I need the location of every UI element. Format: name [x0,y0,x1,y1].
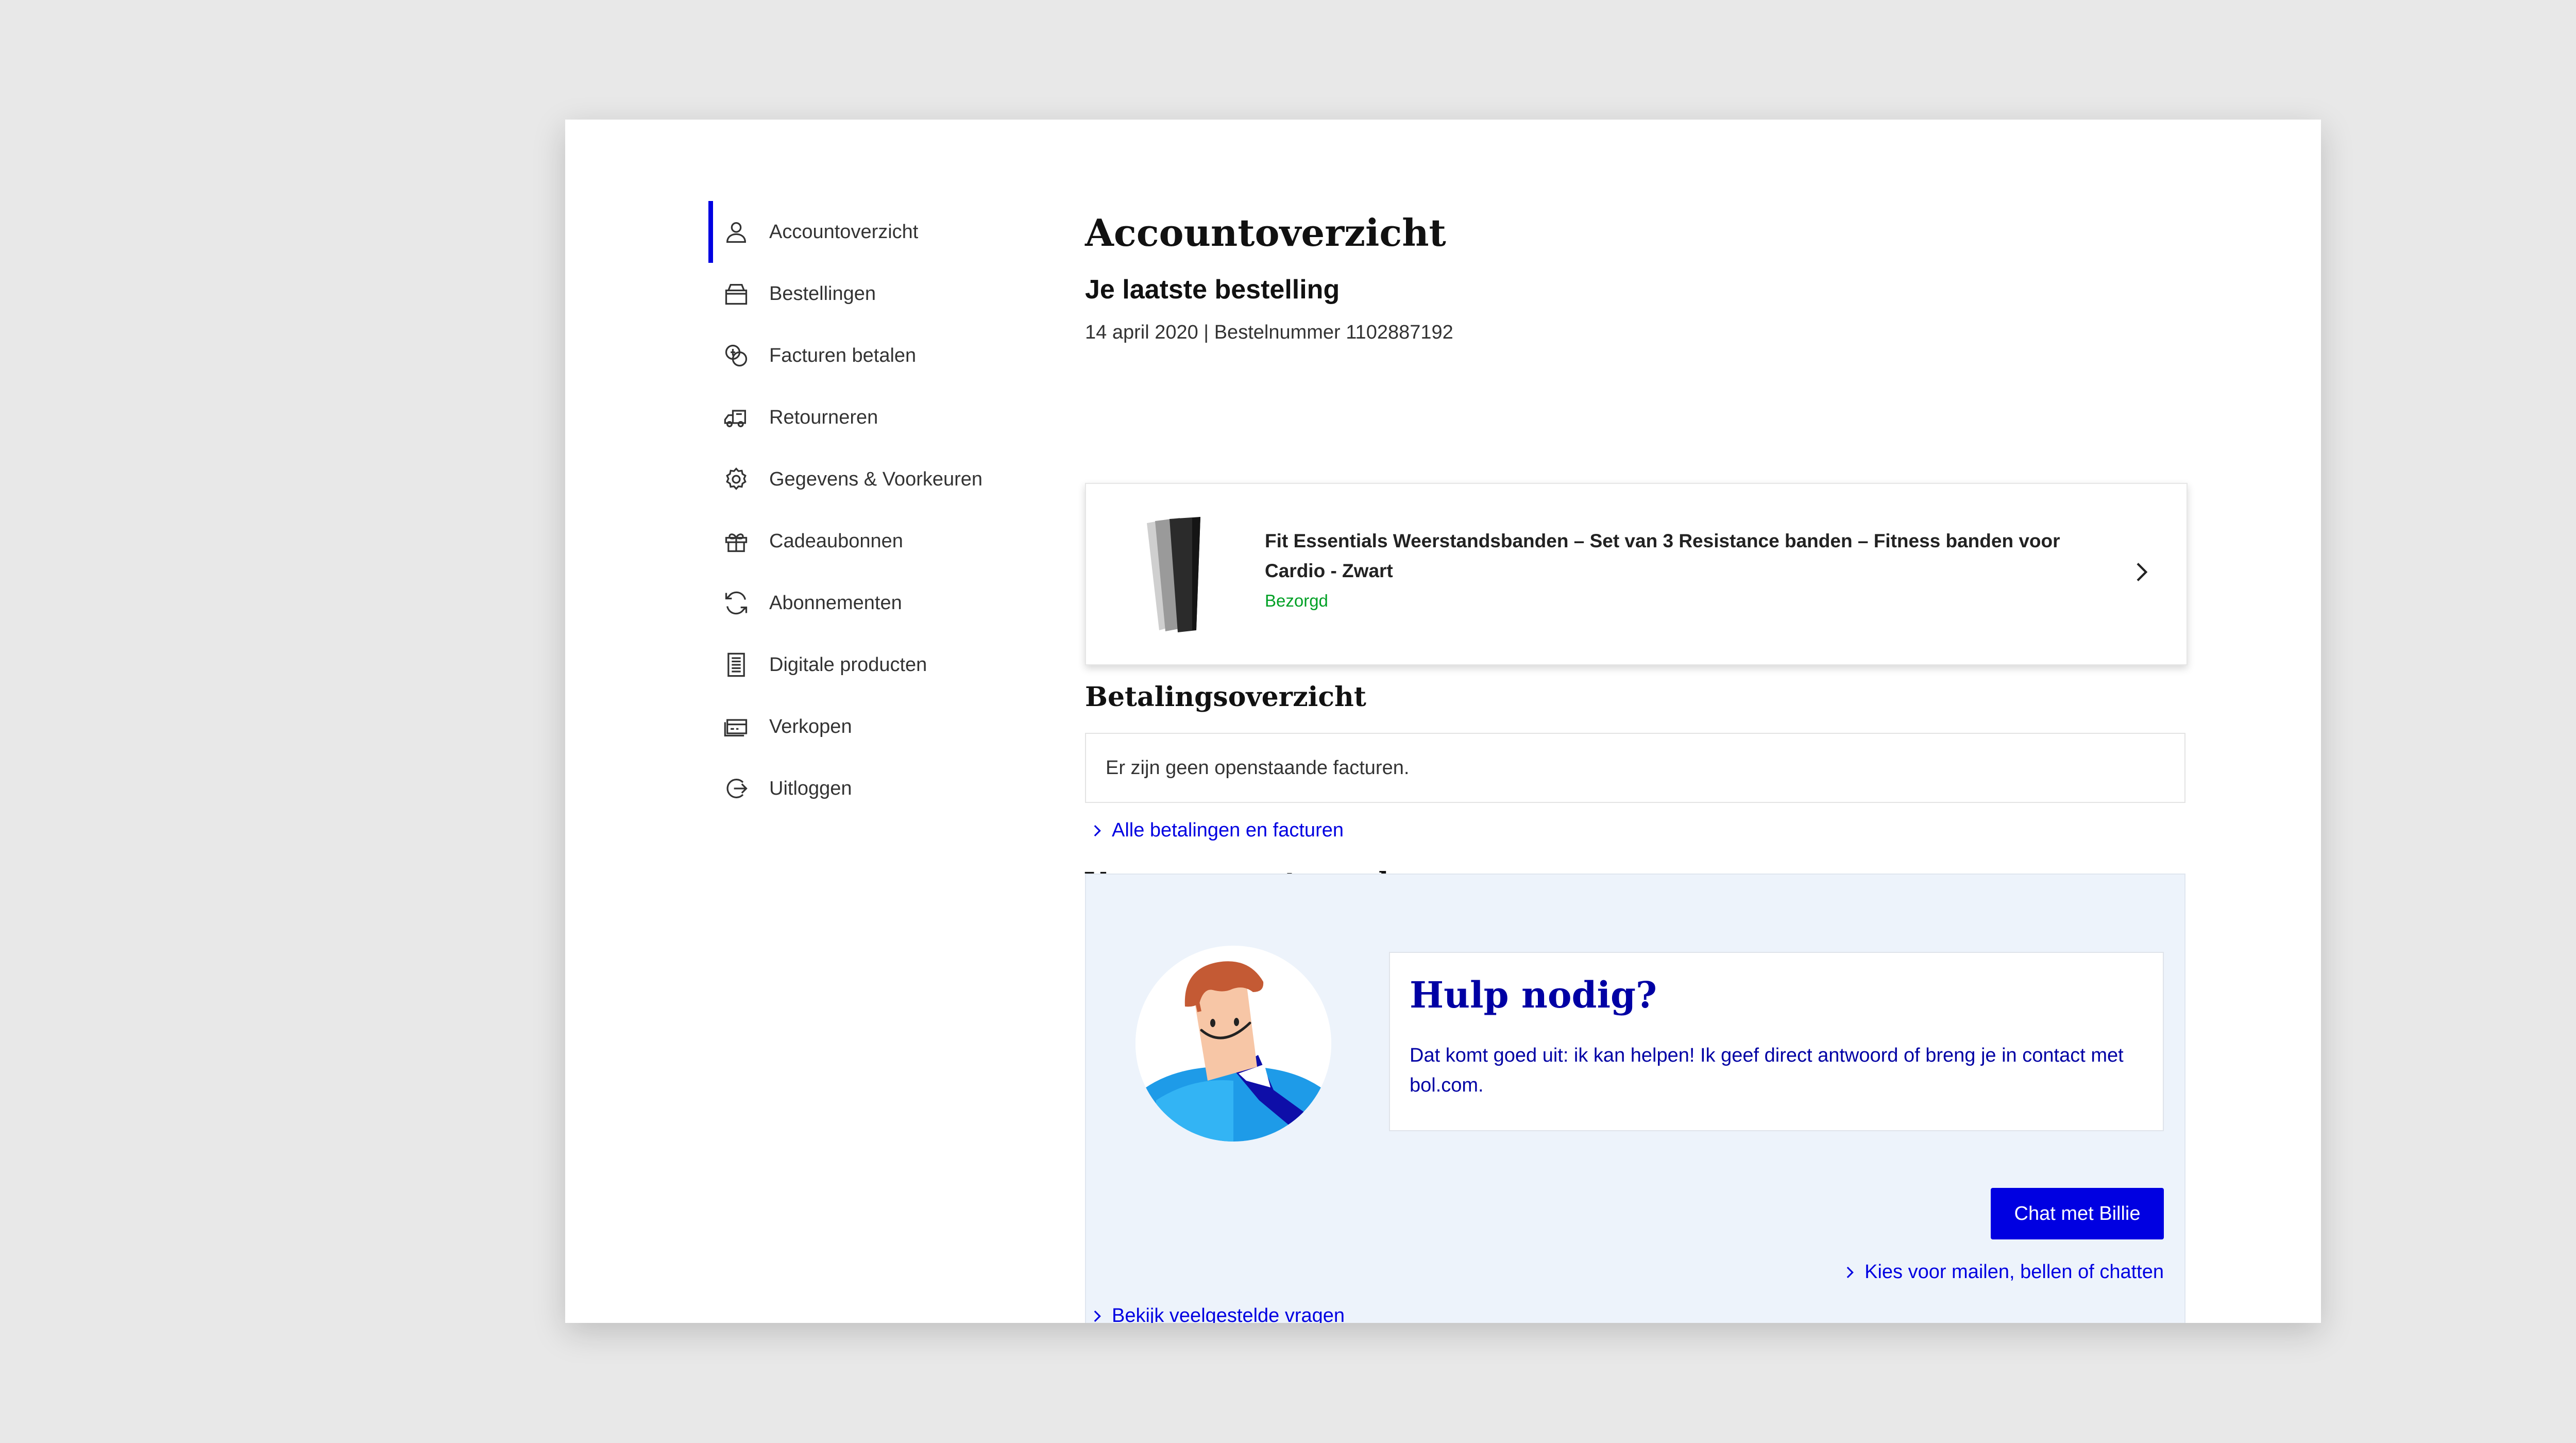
sidebar-item-verkopen[interactable]: Verkopen [708,696,997,758]
faq-link-label: Bekijk veelgestelde vragen [1112,1305,1345,1323]
sidebar-item-label: Uitloggen [769,777,852,799]
sell-icon [723,713,750,740]
gift-icon [723,528,750,555]
sidebar-item-bestellingen[interactable]: Bestellingen [708,263,997,325]
order-meta: 14 april 2020 | Bestelnummer 1102887192 [1085,322,1453,343]
coins-icon [723,342,750,369]
account-page: Accountoverzicht Bestellingen Facturen b… [565,120,2321,1323]
chevron-right-icon [1094,825,1101,836]
help-box: Hulp nodig? Dat komt goed uit: ik kan he… [1389,952,2164,1131]
chat-with-billie-button[interactable]: Chat met Billie [1991,1188,2164,1239]
faq-link[interactable]: Bekijk veelgestelde vragen [1088,1305,1345,1323]
product-image [1147,517,1200,632]
sidebar-item-facturen-betalen[interactable]: Facturen betalen [708,325,997,387]
all-payments-link-label: Alle betalingen en facturen [1112,819,1344,841]
sidebar-item-label: Retourneren [769,406,878,428]
gear-icon [723,466,750,493]
order-details: Fit Essentials Weerstandsbanden – Set va… [1265,526,2079,611]
main-content: Accountoverzicht Je laatste bestelling 1… [1085,202,2188,1323]
qa-box: Hulp nodig? Dat komt goed uit: ik kan he… [1085,874,2185,1323]
billie-avatar [1136,946,1331,1142]
shopping-bag-icon [723,280,750,307]
payments-heading: Betalingsoverzicht [1085,681,1366,713]
sidebar-item-label: Digitale producten [769,653,927,676]
document-icon [723,651,750,678]
sidebar-item-accountoverzicht[interactable]: Accountoverzicht [708,201,997,263]
sidebar-item-label: Gegevens & Voorkeuren [769,468,983,490]
sidebar-item-uitloggen[interactable]: Uitloggen [708,758,997,819]
last-order-heading: Je laatste bestelling [1085,275,1340,305]
sidebar-item-abonnementen[interactable]: Abonnementen [708,572,997,634]
account-sidebar: Accountoverzicht Bestellingen Facturen b… [708,201,997,819]
sidebar-item-label: Cadeaubonnen [769,530,903,552]
payments-info-box: Er zijn geen openstaande facturen. [1085,733,2185,803]
chevron-right-icon [1846,1266,1854,1278]
logout-icon [723,775,750,802]
contact-options-link[interactable]: Kies voor mailen, bellen of chatten [1841,1261,2164,1283]
sidebar-item-label: Abonnementen [769,592,902,614]
payments-message: Er zijn geen openstaande facturen. [1106,757,1410,779]
sidebar-item-label: Accountoverzicht [769,221,919,243]
last-order-card[interactable]: Fit Essentials Weerstandsbanden – Set va… [1085,483,2188,665]
sidebar-item-label: Facturen betalen [769,344,917,366]
sidebar-item-label: Verkopen [769,715,852,737]
chevron-right-icon [2137,563,2148,581]
sidebar-item-retourneren[interactable]: Retourneren [708,387,997,448]
user-icon [723,219,750,245]
all-payments-link[interactable]: Alle betalingen en facturen [1088,819,1344,842]
return-truck-icon [723,404,750,431]
help-title: Hulp nodig? [1410,974,1657,1016]
sidebar-item-gegevens-voorkeuren[interactable]: Gegevens & Voorkeuren [708,448,997,510]
sidebar-item-digitale-producten[interactable]: Digitale producten [708,634,997,696]
chevron-right-icon [1094,1310,1101,1322]
refresh-icon [723,590,750,616]
billie-illustration [1136,946,1331,1142]
help-text: Dat komt goed uit: ik kan helpen! Ik gee… [1410,1045,2124,1096]
order-product-title: Fit Essentials Weerstandsbanden – Set va… [1265,530,2060,581]
sidebar-item-label: Bestellingen [769,282,876,305]
page-title: Accountoverzicht [1085,211,1446,255]
contact-options-link-label: Kies voor mailen, bellen of chatten [1865,1261,2164,1283]
sidebar-item-cadeaubonnen[interactable]: Cadeaubonnen [708,510,997,572]
order-status: Bezorgd [1265,591,1328,610]
